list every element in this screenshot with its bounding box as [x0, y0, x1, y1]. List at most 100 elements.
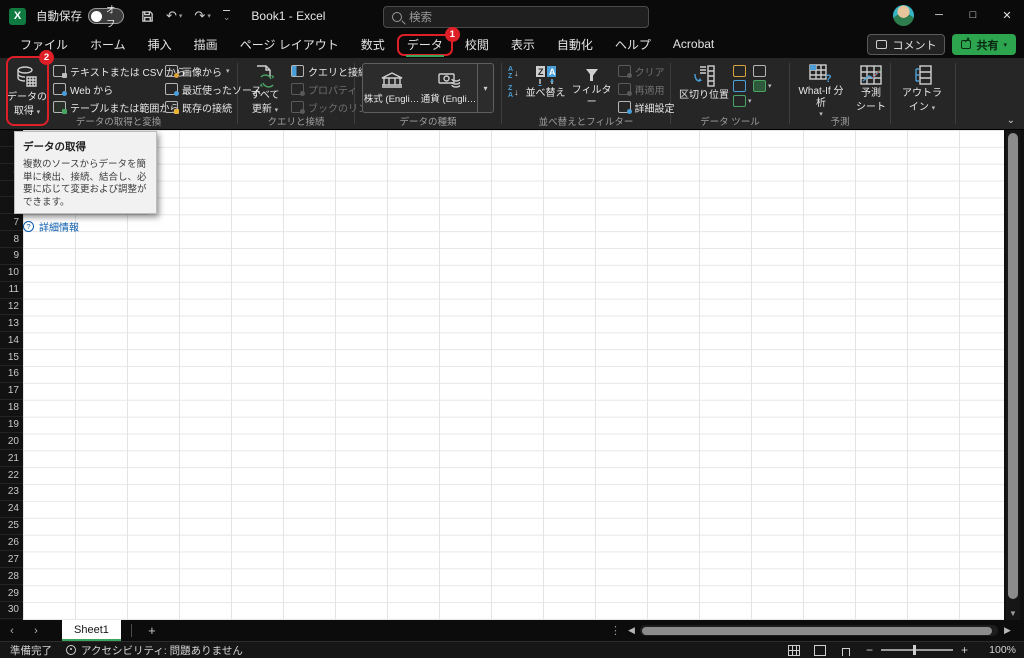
zoom-out-button[interactable]: −	[866, 643, 873, 657]
最近使ったソース-button[interactable]: 最近使ったソース	[162, 81, 262, 97]
save-button[interactable]	[136, 4, 159, 28]
row-header-29[interactable]: 29	[0, 585, 23, 603]
vertical-scroll-thumb[interactable]	[1008, 133, 1018, 599]
data-validation-button[interactable]: ▾	[733, 95, 752, 107]
stocks-button[interactable]: 株式 (Engli…	[363, 64, 420, 112]
scroll-down-icon[interactable]: ▼	[1006, 609, 1020, 618]
group-data-types: 株式 (Engli… 通貨 (Engli… ▾ データの種類	[355, 58, 501, 129]
undo-button[interactable]: ↶ ▾	[161, 4, 187, 28]
page-break-icon[interactable]	[840, 645, 852, 656]
tooltip-link[interactable]: ? 詳細情報	[23, 219, 148, 234]
row-header-11[interactable]: 11	[0, 282, 23, 299]
sheet-tab-active[interactable]: Sheet1	[62, 620, 121, 641]
row-header-15[interactable]: 15	[0, 349, 23, 367]
row-header-24[interactable]: 24	[0, 501, 23, 518]
tab-ホーム[interactable]: ホーム	[80, 34, 136, 56]
row-header-28[interactable]: 28	[0, 568, 23, 586]
currency-button[interactable]: 通貨 (Engli…	[420, 64, 477, 112]
row-header-8[interactable]: 8	[0, 231, 23, 249]
text-to-columns-button[interactable]: 区切り位置	[675, 61, 733, 115]
row-header-14[interactable]: 14	[0, 332, 23, 350]
cell-grid[interactable]	[23, 130, 1004, 620]
horizontal-scroll-thumb[interactable]	[642, 626, 992, 635]
scroll-right-icon[interactable]: ▶	[1004, 625, 1011, 636]
row-header-18[interactable]: 18	[0, 400, 23, 417]
close-button[interactable]: ✕	[990, 0, 1024, 30]
row-header-25[interactable]: 25	[0, 518, 23, 535]
vertical-scrollbar[interactable]: ▼	[1006, 130, 1020, 620]
get-data-button[interactable]: データの 取得 ▾	[4, 61, 50, 117]
row-header-19[interactable]: 19	[0, 417, 23, 434]
item-label: 詳細設定	[634, 103, 675, 115]
scroll-left-icon[interactable]: ◀	[628, 625, 635, 636]
tab-挿入[interactable]: 挿入	[138, 34, 182, 56]
tab-表示[interactable]: 表示	[501, 34, 545, 56]
既存の接続-button[interactable]: 既存の接続	[162, 99, 246, 115]
collapse-ribbon-icon[interactable]: ⌄	[1007, 115, 1015, 126]
row-header-13[interactable]: 13	[0, 315, 23, 333]
data-model-button[interactable]: ▾	[753, 80, 772, 92]
詳細設定-button[interactable]: 詳細設定	[615, 99, 675, 115]
sheet-next-button[interactable]: ›	[24, 625, 48, 637]
tab-校閲[interactable]: 校閲	[455, 34, 499, 56]
forecast-sheet-button[interactable]: 予測 シート	[848, 61, 894, 115]
search-box[interactable]: 検索	[383, 6, 649, 28]
web-から-button[interactable]: Web から	[50, 81, 162, 97]
row-header-26[interactable]: 26	[0, 535, 23, 552]
normal-view-icon[interactable]	[787, 644, 800, 656]
redo-button[interactable]: ↷ ▾	[189, 4, 215, 28]
tab-データ[interactable]: データ 1	[396, 27, 460, 57]
row-header-7[interactable]: 7	[0, 214, 23, 232]
share-button[interactable]: 共有 ▾	[952, 34, 1016, 55]
tab-ページ レイアウト[interactable]: ページ レイアウト	[230, 34, 349, 56]
row-header-20[interactable]: 20	[0, 433, 23, 451]
outline-button[interactable]: アウトラ イン ▾	[895, 61, 949, 115]
customize-qat-button[interactable]: ⌄	[218, 4, 236, 28]
consolidate-icon[interactable]	[753, 65, 766, 77]
zoom-in-button[interactable]: +	[961, 643, 968, 657]
row-header-9[interactable]: 9	[0, 248, 23, 265]
tab-数式[interactable]: 数式	[351, 34, 395, 56]
テキストまたは-csv-から-button[interactable]: テキストまたは CSV から	[50, 63, 186, 79]
row-header-27[interactable]: 27	[0, 551, 23, 569]
sheet-prev-button[interactable]: ‹	[0, 625, 24, 637]
tab-描画[interactable]: 描画	[184, 34, 228, 56]
comments-button[interactable]: コメント	[867, 34, 946, 55]
クエリと接続-button[interactable]: クエリと接続	[288, 63, 368, 79]
stocks-label: 株式 (Engli…	[363, 93, 420, 105]
row-header-10[interactable]: 10	[0, 265, 23, 282]
horizontal-scrollbar[interactable]	[640, 625, 998, 636]
page-layout-icon[interactable]	[813, 644, 826, 656]
maximize-button[interactable]: □	[956, 0, 990, 30]
row-header-16[interactable]: 16	[0, 366, 23, 383]
テーブルまたは範囲から-button[interactable]: テーブルまたは範囲から	[50, 99, 179, 115]
row-header-22[interactable]: 22	[0, 467, 23, 485]
tab-自動化[interactable]: 自動化	[547, 34, 603, 56]
zoom-slider[interactable]	[880, 645, 953, 655]
row-header-30[interactable]: 30	[0, 602, 23, 619]
sort-ascending-button[interactable]: A Z ↓	[506, 65, 521, 81]
remove-duplicates-icon[interactable]	[733, 80, 746, 92]
sort-descending-button[interactable]: Z A ↓	[506, 84, 521, 100]
row-header-23[interactable]: 23	[0, 484, 23, 501]
tab-Acrobat[interactable]: Acrobat	[663, 34, 724, 56]
minimize-button[interactable]: ─	[922, 0, 956, 30]
what-if-analysis-button[interactable]: ? What-If 分析 ▾	[794, 61, 848, 118]
row-header-17[interactable]: 17	[0, 383, 23, 400]
row-header-12[interactable]: 12	[0, 299, 23, 316]
autosave-toggle[interactable]: オフ	[88, 5, 124, 30]
accessibility-checker[interactable]: アクセシビリティ: 問題ありません	[66, 643, 243, 658]
sort-button[interactable]: Z A 並べ替え	[523, 61, 569, 115]
zoom-level[interactable]: 100%	[982, 644, 1016, 656]
zoom-slider-thumb[interactable]	[912, 645, 917, 655]
row-header-21[interactable]: 21	[0, 450, 23, 468]
avatar[interactable]	[893, 5, 914, 26]
flash-fill-icon[interactable]	[733, 65, 746, 77]
refresh-all-button[interactable]: すべて 更新 ▾	[242, 61, 288, 115]
scrollbar-grip-icon[interactable]: ⋮	[610, 624, 621, 637]
tab-ヘルプ[interactable]: ヘルプ	[605, 34, 661, 56]
画像から-button[interactable]: 画像から ▾	[162, 63, 246, 79]
add-sheet-button[interactable]: +	[142, 623, 162, 638]
data-types-more-button[interactable]: ▾	[477, 64, 493, 112]
filter-button[interactable]: フィルター	[569, 61, 615, 115]
